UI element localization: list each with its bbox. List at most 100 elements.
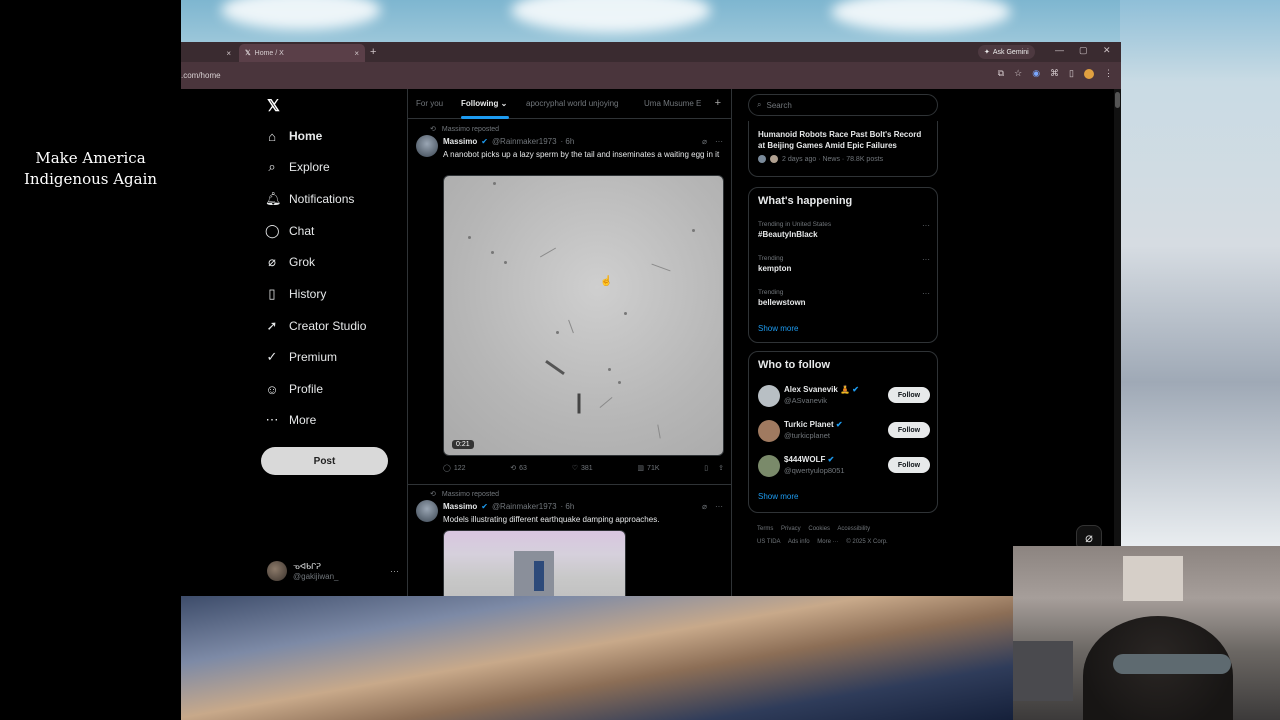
webcam-window [1123, 556, 1183, 601]
browser-tab-previous[interactable]: × [181, 44, 237, 62]
footer-link-us-tida[interactable]: US TIDA [757, 539, 781, 545]
footer-link-ads-info[interactable]: Ads info [788, 539, 810, 545]
reply-button[interactable]: ◯ 122 [443, 464, 466, 473]
avatar [758, 155, 766, 163]
tweet-time[interactable]: · 6h [561, 137, 575, 146]
share-icon[interactable]: ⇪ [718, 464, 724, 472]
ask-gemini-button[interactable]: ✦ Ask Gemini [978, 45, 1035, 59]
page-scrollbar[interactable] [1114, 89, 1121, 596]
nav-profile[interactable]: ☺ Profile [265, 377, 323, 401]
maximize-icon[interactable]: ▢ [1079, 45, 1088, 56]
verified-icon: ✔ [481, 502, 488, 511]
tweet[interactable]: ⟲ Massimo reposted Massimo ✔ @Rainmaker1… [408, 485, 731, 596]
avatar[interactable] [416, 135, 438, 157]
nav-more[interactable]: ⋯ More [265, 408, 317, 432]
more-options-icon[interactable]: ··· [715, 502, 723, 511]
post-button[interactable]: Post [261, 447, 388, 475]
tweet-media-image[interactable] [443, 530, 626, 596]
nav-history[interactable]: ▯ History [265, 282, 326, 306]
minimize-icon[interactable]: — [1055, 45, 1064, 55]
account-handle: @gakijiwan_ [293, 571, 339, 581]
webcam-overlay [1013, 546, 1280, 720]
nav-grok-label: Grok [289, 255, 316, 269]
author-handle[interactable]: @Rainmaker1973 [492, 137, 557, 146]
x-logo-icon[interactable]: 𝕏 [267, 96, 280, 116]
footer-link-terms[interactable]: Terms [757, 526, 773, 532]
search-input[interactable]: ⌕ Search [748, 94, 938, 116]
tweet[interactable]: ⟲ Massimo reposted Massimo ✔ @Rainmaker1… [408, 119, 731, 472]
avatar[interactable] [758, 420, 780, 442]
more-icon: ⋯ [265, 412, 279, 427]
verified-icon: ✔ [827, 455, 835, 464]
repost-button[interactable]: ⟲ 63 [510, 464, 527, 473]
bookmark-star-icon[interactable]: ☆ [1014, 68, 1022, 79]
nav-home-label: Home [289, 129, 323, 143]
more-options-icon[interactable]: ··· [922, 289, 930, 298]
close-tab-icon[interactable]: × [354, 49, 359, 58]
footer-link-accessibility[interactable]: Accessibility [837, 526, 870, 532]
suggestion-name-text: $444WOLF [784, 455, 826, 464]
follow-suggestion[interactable]: $444WOLF ✔ @qwertyulop8051 Follow [758, 454, 930, 478]
more-options-icon[interactable]: ··· [922, 255, 930, 264]
author-name[interactable]: Massimo [443, 502, 477, 511]
media-icon[interactable]: ◉ [1032, 68, 1040, 79]
add-tab-icon[interactable]: + [715, 97, 721, 109]
like-button[interactable]: ♡ 381 [572, 464, 593, 473]
install-app-icon[interactable]: ⧉ [998, 68, 1004, 79]
tweet-time[interactable]: · 6h [561, 502, 575, 511]
account-switcher[interactable]: ᓀᐊᑲᒋᕈ @gakijiwan_ ··· [267, 559, 399, 583]
trend-item[interactable]: Trending in United States #BeautyInBlack… [758, 221, 930, 239]
nav-premium[interactable]: ✓ Premium [265, 345, 337, 369]
avatar[interactable] [758, 385, 780, 407]
extensions-icon[interactable]: ⌘ [1050, 68, 1059, 79]
follow-suggestion[interactable]: Turkic Planet ✔ @turkicplanet Follow [758, 419, 930, 443]
close-tab-icon[interactable]: × [226, 49, 231, 58]
tab-list-apocryphal[interactable]: apocryphal world unjoying [526, 99, 619, 108]
nav-notifications[interactable]: 🔔︎ Notifications [265, 187, 354, 211]
follow-button[interactable]: Follow [888, 457, 930, 473]
url-field[interactable]: .com/home [181, 71, 221, 80]
nav-home[interactable]: ⌂ Home [265, 124, 322, 148]
profile-avatar-icon[interactable] [1084, 68, 1094, 79]
nav-grok[interactable]: ⌀ Grok [265, 250, 315, 274]
tab-list-uma-musume[interactable]: Uma Musume E [644, 99, 701, 108]
account-more-icon[interactable]: ··· [390, 566, 399, 576]
bookmark-icon[interactable]: ▯ [704, 464, 708, 472]
show-more-trends-link[interactable]: Show more [758, 324, 798, 333]
trend-item[interactable]: Trending kempton ··· [758, 255, 930, 273]
chevron-down-icon: ⌄ [500, 99, 508, 108]
grok-explain-icon[interactable]: ⌀ [702, 137, 707, 146]
views-button[interactable]: ▥ 71K [637, 464, 659, 473]
footer-link-privacy[interactable]: Privacy [781, 526, 801, 532]
follow-button[interactable]: Follow [888, 422, 930, 438]
more-options-icon[interactable]: ··· [715, 137, 723, 146]
close-window-icon[interactable]: ✕ [1103, 45, 1111, 56]
trend-item[interactable]: Trending bellewstown ··· [758, 289, 930, 307]
footer-link-cookies[interactable]: Cookies [808, 526, 830, 532]
video-player[interactable]: ☝ 0:21 [443, 175, 724, 456]
follow-suggestion[interactable]: Alex Svanevik 🧘 ✔ @ASvanevik Follow [758, 384, 930, 408]
browser-menu-icon[interactable]: ⋮ [1104, 68, 1113, 79]
nav-chat[interactable]: ◯ Chat [265, 219, 314, 243]
show-more-follow-link[interactable]: Show more [758, 492, 798, 501]
news-headline[interactable]: Humanoid Robots Race Past Bolt's Record … [758, 129, 930, 151]
grok-explain-icon[interactable]: ⌀ [702, 502, 707, 511]
news-card[interactable]: Humanoid Robots Race Past Bolt's Record … [748, 121, 938, 177]
browser-tab-home[interactable]: 𝕏 Home / X × [239, 44, 365, 62]
author-name[interactable]: Massimo [443, 137, 477, 146]
tab-following[interactable]: Following ⌄ [461, 99, 507, 108]
scrollbar-thumb[interactable] [1115, 92, 1120, 108]
author-handle[interactable]: @Rainmaker1973 [492, 502, 557, 511]
nav-explore[interactable]: ⌕ Explore [265, 155, 329, 179]
avatar[interactable] [416, 500, 438, 522]
page-viewport: 𝕏 ⌂ Home ⌕ Explore 🔔︎ Notifications ◯ Ch… [181, 89, 1121, 596]
new-tab-button[interactable]: + [370, 46, 376, 58]
sidebar-icon[interactable]: ▯ [1069, 68, 1074, 79]
cursor-hand-icon: ☝ [600, 276, 613, 287]
avatar[interactable] [758, 455, 780, 477]
follow-button[interactable]: Follow [888, 387, 930, 403]
nav-creator-studio[interactable]: ➚ Creator Studio [265, 314, 367, 338]
more-options-icon[interactable]: ··· [922, 221, 930, 230]
footer-link-more[interactable]: More ··· [817, 539, 838, 545]
tab-for-you[interactable]: For you [416, 99, 443, 108]
